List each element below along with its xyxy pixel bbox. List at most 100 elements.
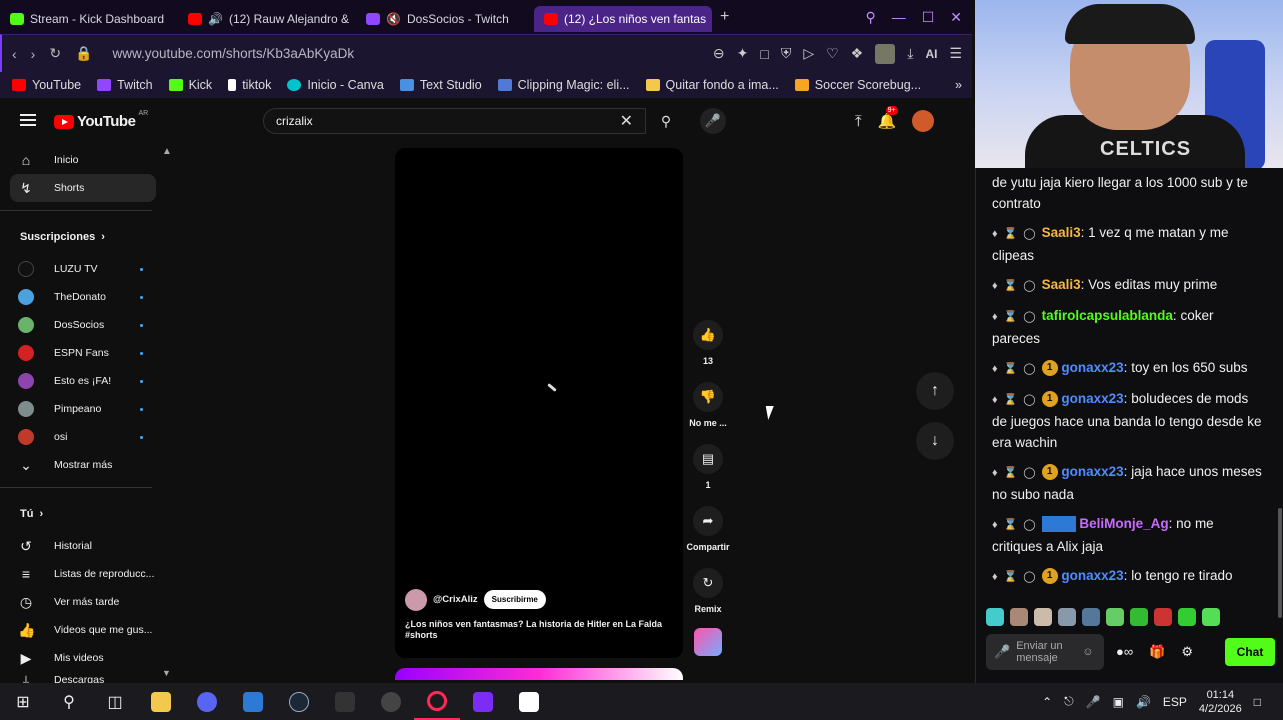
notifications-button[interactable]: 🔔 9+ [878, 106, 898, 130]
emote[interactable] [1010, 608, 1028, 626]
bookmark-twitch[interactable]: Twitch [97, 78, 153, 92]
like-action[interactable]: 👍 13 [686, 320, 730, 382]
bookmark-soccer-scorebug[interactable]: Soccer Scorebug... [794, 78, 921, 92]
bookmark-tiktok[interactable]: tiktok [228, 78, 271, 92]
store-icon[interactable] [230, 683, 276, 720]
next-app-icon[interactable] [460, 683, 506, 720]
sidebar-item-ver-mas-tarde[interactable]: ◷ Ver más tarde [0, 588, 172, 616]
volume-icon[interactable]: 🔊 [1136, 695, 1151, 709]
menu-icon[interactable]: ☰ [949, 45, 962, 62]
clock[interactable]: 01:14 4/2/2026 [1199, 688, 1242, 716]
sidebar-item-luzu-tv[interactable]: LUZU TV [0, 255, 172, 283]
emote[interactable] [1178, 608, 1196, 626]
short-caption[interactable]: ¿Los niños ven fantasmas? La historia de… [405, 619, 675, 642]
reload-icon[interactable]: ↻ [49, 45, 61, 62]
emote[interactable] [986, 608, 1004, 626]
capcut-icon[interactable] [506, 683, 552, 720]
tab-dossocios-twitch[interactable]: 🔇 DosSocios - Twitch [356, 6, 534, 32]
opera-gx-icon[interactable] [414, 683, 460, 720]
obs-icon[interactable] [368, 683, 414, 720]
bookmark-youtube[interactable]: YouTube [12, 78, 81, 92]
sidebar-item-inicio[interactable]: ⌂ Inicio [0, 146, 172, 174]
pin-icon[interactable]: ✦ [737, 45, 749, 62]
youtube-logo[interactable]: YouTube AR [54, 110, 148, 130]
mic-icon[interactable]: 🎤 [994, 645, 1010, 658]
chat-username[interactable]: gonaxx23 [1061, 464, 1123, 479]
extension-avatar[interactable] [875, 43, 896, 64]
mic-icon[interactable]: 🎤 [1086, 695, 1101, 709]
sidebar-item-historial[interactable]: ↺ Historial [0, 532, 172, 560]
minimize-button[interactable]: — [892, 9, 906, 26]
next-short-preview[interactable] [395, 668, 683, 680]
usb-icon[interactable]: ⎋ [1064, 694, 1074, 709]
emote[interactable] [1202, 608, 1220, 626]
comments-action[interactable]: ▤ 1 [686, 444, 730, 506]
channel-name[interactable]: @CrixAliz [433, 594, 478, 605]
network-icon[interactable]: ▣ [1113, 695, 1124, 709]
tab-rauw[interactable]: 🔊 (12) Rauw Alejandro & [178, 6, 356, 32]
remix-action[interactable]: ↻ Remix [686, 568, 730, 630]
sidebar-item-shorts[interactable]: ↯ Shorts [10, 174, 156, 202]
dislike-action[interactable]: 👎 No me ... [686, 382, 730, 444]
steam-icon[interactable] [276, 683, 322, 720]
bookmark-quitar-fondo[interactable]: Quitar fondo a ima... [645, 78, 779, 92]
notifications-icon[interactable]: □ [1254, 695, 1261, 709]
search-tabs-icon[interactable]: ⚲ [865, 9, 875, 26]
bookmark-text-studio[interactable]: Text Studio [399, 78, 482, 92]
lock-icon[interactable]: 🔒 [75, 45, 92, 62]
chat-scrollbar[interactable] [1278, 508, 1282, 618]
extensions-icon[interactable]: ❖ [851, 45, 864, 62]
short-video-player[interactable]: @CrixAliz Suscribirme ¿Los niños ven fan… [395, 148, 683, 658]
tab-youtube-short[interactable]: (12) ¿Los niños ven fantas [534, 6, 712, 32]
avatar[interactable] [912, 110, 935, 132]
search-icon[interactable]: ⚲ [46, 683, 92, 720]
bookmark-canva[interactable]: Inicio - Canva [287, 78, 384, 92]
subscriptions-header[interactable]: Suscripciones › [0, 219, 172, 255]
previous-short-button[interactable]: ↑ [916, 372, 954, 410]
download-icon[interactable]: ⤓ [907, 45, 913, 62]
chat-username[interactable]: Saali3 [1042, 225, 1081, 240]
heart-icon[interactable]: ♡ [826, 45, 839, 62]
search-button[interactable]: ⚲ [646, 108, 686, 134]
snapshot-icon[interactable]: □ [760, 46, 768, 62]
sidebar-item-dossocios[interactable]: DosSocios [0, 311, 172, 339]
maximize-button[interactable]: ☐ [922, 9, 935, 26]
chat-send-button[interactable]: Chat [1225, 638, 1275, 666]
search-input[interactable]: crizalix ✕ [263, 108, 646, 134]
share-action[interactable]: ➦ Compartir [686, 506, 730, 568]
shield-icon[interactable]: ⛨ [781, 45, 792, 62]
chevron-up-icon[interactable]: ⌃ [1042, 695, 1052, 709]
emoji-icon[interactable]: ☺ [1082, 646, 1093, 658]
new-tab-button[interactable]: + [712, 8, 737, 26]
voice-search-button[interactable]: 🎤 [700, 108, 726, 134]
chat-username[interactable]: gonaxx23 [1061, 568, 1123, 583]
chat-input[interactable]: 🎤 Enviar un mensaje ☺ [986, 634, 1104, 670]
settings-icon[interactable]: ⚙ [1181, 644, 1193, 660]
sidebar-item-espn-fans[interactable]: ESPN Fans [0, 339, 172, 367]
chat-username[interactable]: Saali3 [1042, 277, 1081, 292]
emote[interactable] [1034, 608, 1052, 626]
task-view-icon[interactable]: ◫ [92, 683, 138, 720]
back-icon[interactable]: ‹ [12, 46, 17, 62]
emote[interactable] [1130, 608, 1148, 626]
show-more-button[interactable]: ⌄ Mostrar más [0, 451, 172, 479]
language-indicator[interactable]: ESP [1163, 695, 1187, 709]
chat-username[interactable]: gonaxx23 [1061, 360, 1123, 375]
play-icon[interactable]: ▷ [803, 45, 814, 62]
sidebar-item-mis-videos[interactable]: ▶ Mis videos [0, 644, 172, 672]
close-button[interactable]: ✕ [950, 9, 962, 26]
subscribe-button[interactable]: Suscribirme [483, 590, 546, 610]
sidebar-item-pimpeano[interactable]: Pimpeano [0, 395, 172, 423]
bookmark-kick[interactable]: Kick [168, 78, 212, 92]
gift-icon[interactable]: 🎁 [1149, 644, 1165, 660]
chat-username[interactable]: tafirolcapsulablanda [1042, 308, 1173, 323]
chevron-down-icon[interactable]: ▼ [162, 668, 171, 678]
upload-icon[interactable]: ⤒ [855, 113, 862, 130]
users-icon[interactable]: ●∞ [1116, 644, 1133, 660]
you-header[interactable]: Tú › [0, 496, 172, 532]
next-short-button[interactable]: ↓ [916, 422, 954, 460]
windows-start-icon[interactable]: ⊞ [0, 683, 46, 720]
emote[interactable] [1106, 608, 1124, 626]
sound-thumbnail[interactable] [694, 628, 722, 656]
emote[interactable] [1082, 608, 1100, 626]
